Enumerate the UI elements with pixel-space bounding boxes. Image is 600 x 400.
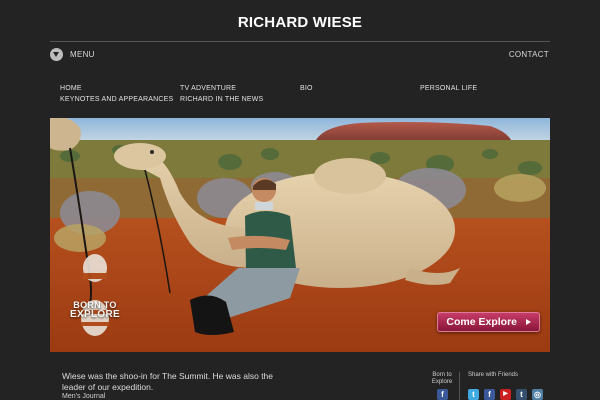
born-to-explore-label: Born to Explore	[431, 372, 453, 385]
born-to-explore-text: BORN TO EXPLORE	[64, 300, 126, 320]
social-divider	[459, 372, 460, 400]
share-label: Share with Friends	[468, 372, 519, 378]
header-divider	[50, 41, 550, 42]
come-explore-button[interactable]: Come Explore	[437, 312, 540, 332]
share-icons: t f ▶ t ◎	[468, 389, 543, 400]
press-quote: Wiese was the shoo-in for The Summit. He…	[62, 371, 274, 392]
nav-item-tv-adventure[interactable]: TV ADVENTURE	[180, 85, 300, 92]
born-icons: f	[437, 389, 448, 400]
tumblr-icon[interactable]: t	[516, 389, 527, 400]
nav-item-home[interactable]: HOME	[60, 85, 180, 92]
nav-item-bio[interactable]: BIO	[300, 85, 420, 92]
nav-item-personal-life[interactable]: PERSONAL LIFE	[420, 85, 540, 92]
born-to-explore-logo: BORN TO EXPLORE	[64, 256, 126, 342]
share-with-friends: Share with Friends t f ▶ t ◎	[468, 372, 543, 400]
nav-item-news[interactable]: RICHARD IN THE NEWS	[180, 96, 300, 103]
come-explore-label: Come Explore	[446, 316, 517, 328]
download-circle-icon	[50, 48, 63, 61]
youtube-icon[interactable]: ▶	[500, 389, 511, 400]
menu-toggle[interactable]: MENU	[50, 48, 95, 61]
logo-line-2: EXPLORE	[70, 309, 120, 320]
contact-link[interactable]: CONTACT	[509, 50, 549, 59]
nav-item-keynotes[interactable]: KEYNOTES AND APPEARANCES	[60, 96, 180, 103]
facebook-icon[interactable]: f	[437, 389, 448, 400]
instagram-icon[interactable]: ◎	[532, 389, 543, 400]
quote-source[interactable]: Men's Journal	[62, 393, 105, 400]
facebook-icon[interactable]: f	[484, 389, 495, 400]
twitter-icon[interactable]: t	[468, 389, 479, 400]
main-nav: HOME TV ADVENTURE BIO PERSONAL LIFE KEYN…	[60, 85, 540, 103]
born-to-explore-social: Born to Explore f	[428, 372, 456, 400]
hero-banner[interactable]: BORN TO EXPLORE Come Explore	[50, 118, 550, 352]
play-arrow-icon	[526, 319, 531, 325]
menu-label: MENU	[70, 50, 95, 59]
site-title[interactable]: RICHARD WIESE	[0, 14, 600, 31]
